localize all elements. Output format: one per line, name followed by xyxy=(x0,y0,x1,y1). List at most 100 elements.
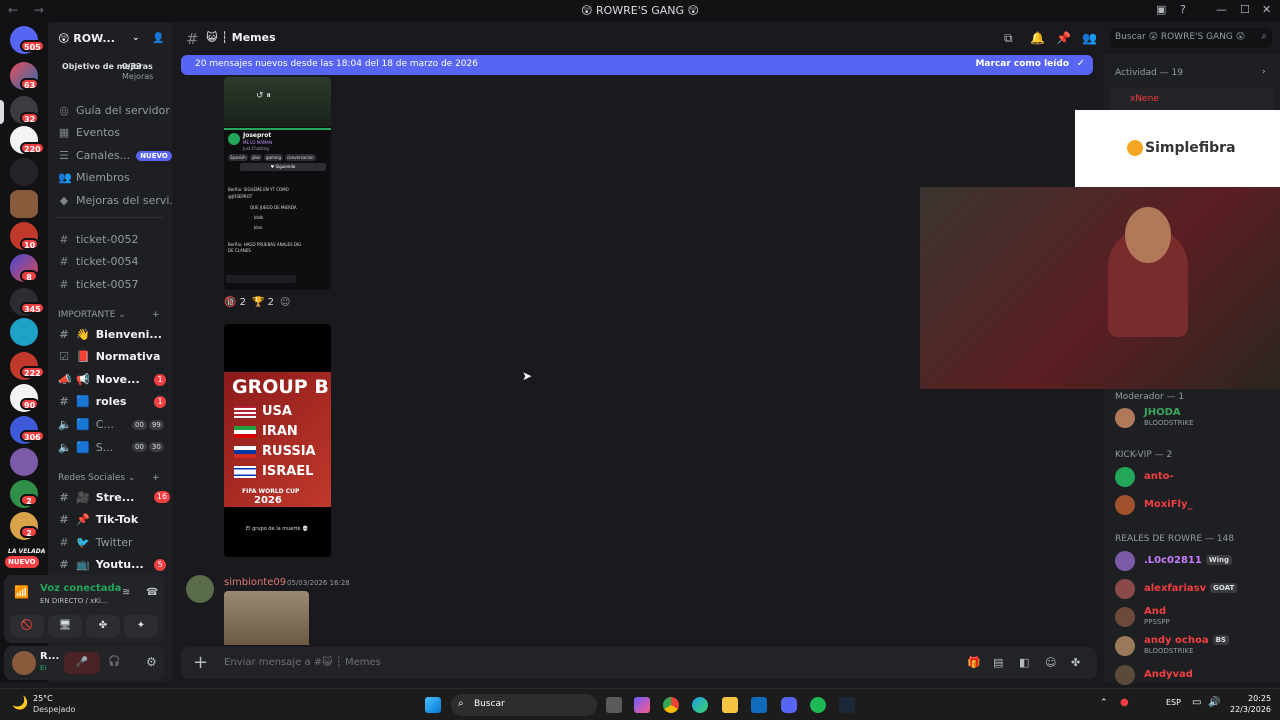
member-item[interactable]: alexfariasv GOAT xyxy=(1115,577,1275,601)
voice-channel[interactable]: 🔈 🟦 C... xyxy=(58,418,114,431)
nav-channels[interactable]: ☰ Canales... NUEVO xyxy=(58,149,172,162)
message-author[interactable]: simbionte09 xyxy=(224,577,286,588)
gif-icon[interactable]: ▤ xyxy=(993,656,1003,669)
mute-mic-button[interactable]: 🎤 xyxy=(64,652,100,674)
server-icon[interactable] xyxy=(10,318,38,346)
search-box[interactable]: Buscar 😲 ROWRE'S GANG 😲 ⌕ xyxy=(1110,28,1272,48)
language-indicator[interactable]: ESP xyxy=(1166,698,1181,707)
tray-app-icon[interactable]: ● xyxy=(1120,697,1129,708)
channel-ticket[interactable]: # ticket-0054 xyxy=(58,255,138,268)
channel-rules[interactable]: ☑ 📕 Normativa xyxy=(58,350,160,363)
bell-icon[interactable]: 🔔 xyxy=(1030,31,1045,45)
reaction[interactable]: 🏆 2 xyxy=(252,297,274,308)
category-redes[interactable]: Redes Sociales ⌄ + xyxy=(58,473,160,483)
plus-icon[interactable]: + xyxy=(152,473,160,483)
plus-icon[interactable]: + xyxy=(152,310,160,320)
nav-boosts[interactable]: ◆ Mejoras del servi... xyxy=(58,194,180,207)
mark-read-button[interactable]: Marcar como leído xyxy=(975,59,1069,69)
server-icon[interactable] xyxy=(10,158,38,186)
server-icon[interactable] xyxy=(10,448,38,476)
nav-events[interactable]: ▦ Eventos xyxy=(58,126,120,139)
pin-icon[interactable]: 📌 xyxy=(1056,31,1071,45)
clock-time[interactable]: 20:25 xyxy=(1248,694,1271,703)
edge-icon[interactable] xyxy=(692,697,708,713)
image-attachment[interactable]: GROUP B USA IRAN RUSSIA ISRAEL FIFA WORL… xyxy=(224,324,331,557)
spotify-icon[interactable] xyxy=(810,697,826,713)
user-name[interactable]: R... xyxy=(40,651,59,662)
channel-stream[interactable]: # 🎥 Stre... xyxy=(58,491,134,504)
threads-icon[interactable]: ⧉ xyxy=(1004,31,1013,46)
member-item[interactable]: .L0c02811 Wing xyxy=(1115,549,1275,573)
image-attachment[interactable]: ↺ ⏸ Joseprot ME LO MAMAN Just Chatting S… xyxy=(224,77,331,290)
weather-icon[interactable]: 🌙 xyxy=(12,696,28,711)
steam-icon[interactable] xyxy=(839,697,855,713)
noise-icon[interactable]: ≋ xyxy=(122,587,130,598)
file-explorer-icon[interactable] xyxy=(722,697,738,713)
chevron-right-icon[interactable]: › xyxy=(1262,67,1266,77)
channel-ticket[interactable]: # ticket-0052 xyxy=(58,233,138,246)
mail-icon[interactable] xyxy=(751,697,767,713)
chevron-down-icon[interactable]: ⌄ xyxy=(132,33,140,43)
server-header[interactable]: 😲 ROW... ⌄ 👤 xyxy=(48,22,172,54)
task-view-icon[interactable] xyxy=(606,697,622,713)
inbox-icon[interactable]: ▣ xyxy=(1156,3,1166,16)
windows-start-icon[interactable] xyxy=(425,697,441,713)
camera-off-button[interactable]: 🚫 xyxy=(10,615,44,637)
new-messages-bar[interactable]: 20 mensajes nuevos desde las 18:04 del 1… xyxy=(181,55,1093,75)
velada-label[interactable]: LA VELADA xyxy=(8,548,45,555)
network-icon[interactable]: ▭ xyxy=(1192,697,1201,708)
channel-ticket[interactable]: # ticket-0057 xyxy=(58,278,138,291)
soundboard-button[interactable]: ✦ xyxy=(124,615,158,637)
members-toggle-icon[interactable]: 👥 xyxy=(1082,31,1097,45)
member-item[interactable]: JHODA BLOODSTRIKE xyxy=(1115,406,1275,430)
activities-button[interactable]: ✤ xyxy=(86,615,120,637)
member-item[interactable]: MoxiFly_ xyxy=(1115,493,1275,517)
member-item[interactable]: anto- xyxy=(1115,465,1275,489)
emoji-icon[interactable]: ☺ xyxy=(1045,656,1056,669)
nav-guide[interactable]: ◎ Guía del servidor xyxy=(58,104,170,117)
clock-date[interactable]: 22/3/2026 xyxy=(1230,705,1271,714)
gift-icon[interactable]: 🎁 xyxy=(967,656,981,669)
member-item[interactable]: And PPSSPP xyxy=(1115,605,1275,629)
disconnect-icon[interactable]: ☎ xyxy=(146,587,158,598)
member-item[interactable]: Andyvad xyxy=(1115,663,1275,687)
attach-plus-icon[interactable]: + xyxy=(193,652,208,673)
volume-icon[interactable]: 🔊 xyxy=(1208,697,1220,708)
channel-youtube[interactable]: # 📺 Youtu... xyxy=(58,558,143,571)
channel-news[interactable]: 📣 📢 Nove... xyxy=(58,373,140,386)
nav-members[interactable]: 👥 Miembros xyxy=(58,171,130,184)
tray-chevron-icon[interactable]: ⌃ xyxy=(1100,698,1108,708)
add-reaction-icon[interactable]: ☺ xyxy=(280,297,290,308)
minimize-button[interactable]: — xyxy=(1216,3,1227,16)
avatar[interactable] xyxy=(186,575,214,603)
help-icon[interactable]: ? xyxy=(1180,3,1186,16)
group-year: 2026 xyxy=(254,495,282,506)
maximize-button[interactable]: ☐ xyxy=(1240,3,1250,16)
server-icon[interactable] xyxy=(10,190,38,218)
discord-icon[interactable] xyxy=(781,697,797,713)
chrome-icon[interactable] xyxy=(663,697,679,713)
taskbar-search[interactable]: ⌕ Buscar xyxy=(451,694,597,716)
voice-channel-name[interactable]: EN DIRECTO / xKi... xyxy=(40,597,107,605)
channel-roles[interactable]: # 🟦 roles xyxy=(58,395,126,408)
channel-twitter[interactable]: # 🐦 Twitter xyxy=(58,536,132,549)
close-button[interactable]: ✕ xyxy=(1262,3,1271,16)
message-composer[interactable]: + Enviar mensaje a #😺 ┆ Memes 🎁 ▤ ◧ ☺ ✤ xyxy=(181,647,1097,679)
invite-icon[interactable]: 👤 xyxy=(152,33,164,44)
voice-status[interactable]: Voz conectada xyxy=(40,583,121,594)
screenshare-button[interactable]: 🖥 xyxy=(48,615,82,637)
unread-badge: 1 xyxy=(154,396,166,408)
apps-icon[interactable]: ✤ xyxy=(1071,656,1080,669)
channel-welcome[interactable]: # 👋 Bienveni... xyxy=(58,328,162,341)
reaction[interactable]: 🔞 2 xyxy=(224,297,246,308)
image-attachment[interactable] xyxy=(224,591,309,645)
member-item[interactable]: andy ochoa BS BLOODSTRIKE xyxy=(1115,634,1275,658)
gear-icon[interactable]: ⚙ xyxy=(146,655,157,669)
copilot-icon[interactable] xyxy=(634,697,650,713)
category-importante[interactable]: IMPORTANTE ⌄ + xyxy=(58,310,160,320)
sticker-icon[interactable]: ◧ xyxy=(1019,656,1029,669)
avatar[interactable] xyxy=(12,651,36,675)
channel-tiktok[interactable]: # 📌 Tik-Tok xyxy=(58,513,138,526)
headphones-icon[interactable]: 🎧 xyxy=(108,656,120,667)
voice-channel[interactable]: 🔈 🟦 S... xyxy=(58,441,113,454)
